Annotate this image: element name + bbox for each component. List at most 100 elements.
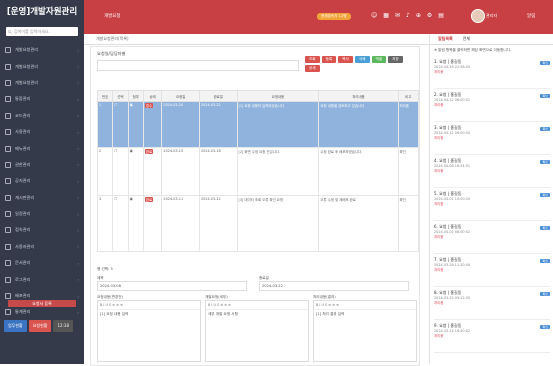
sidebar-item[interactable]: 개발요청관리 › bbox=[0, 58, 84, 74]
attachment-icon[interactable]: ▣ bbox=[127, 101, 144, 148]
attachment-icon[interactable]: ▣ bbox=[127, 147, 144, 196]
row-checkbox[interactable]: ☐ bbox=[112, 195, 129, 252]
work-status-button[interactable]: 업무현황 bbox=[4, 320, 27, 332]
sidebar-item[interactable]: 코드관리 › bbox=[0, 108, 84, 124]
confirm-button[interactable]: 확인 bbox=[540, 193, 550, 197]
online-users-badge[interactable]: 현재접속자 12명 bbox=[317, 13, 351, 20]
sidebar-item[interactable]: 게시판관리 › bbox=[0, 190, 84, 206]
attachment-icon[interactable]: ▣ bbox=[127, 195, 144, 252]
confirm-button[interactable]: 확인 bbox=[540, 259, 550, 263]
sidebar-item[interactable]: 사용관리 › bbox=[0, 124, 84, 140]
sidebar-item-label: 로그관리 bbox=[15, 276, 31, 282]
sidebar-item[interactable]: 접속관리 › bbox=[0, 222, 84, 238]
confirm-button[interactable]: 확인 bbox=[540, 160, 550, 164]
status-badge: 완료 bbox=[144, 149, 154, 154]
editor3[interactable]: B I U S ≡ ≡ ≡ [1] 처리 결과 입력 bbox=[313, 300, 417, 362]
sidebar-item[interactable]: 개발요청관리 › bbox=[0, 42, 84, 58]
confirm-button[interactable]: 확인 bbox=[540, 325, 550, 329]
cell-status: 완료 bbox=[142, 195, 163, 252]
end-date-field[interactable]: 2024-03-22 bbox=[259, 281, 409, 291]
sidebar-item-label: 사용자관리 bbox=[15, 243, 35, 249]
sidebar-item[interactable]: 공지관리 › bbox=[0, 173, 84, 189]
filter-input[interactable] bbox=[97, 60, 299, 71]
notification-item[interactable]: 4. 요청 | 홍길동 2024-04-08 18:54:51 처리중 확인 bbox=[434, 155, 550, 188]
tab-bar: 개발요청관리(목록) bbox=[84, 34, 429, 45]
editor1-toolbar[interactable]: B I U S ≡ ≡ ≡ bbox=[98, 301, 200, 310]
action-button[interactable]: 등록 bbox=[321, 56, 337, 63]
notification-item[interactable]: 3. 요청 | 홍길동 2024-04-12 08:00:50 처리중 확인 bbox=[434, 122, 550, 155]
column-header[interactable]: 번호 bbox=[96, 90, 114, 102]
bell-icon[interactable]: ♪ bbox=[406, 12, 410, 19]
confirm-button[interactable]: 확인 bbox=[540, 61, 550, 65]
mail-icon[interactable]: ✉ bbox=[395, 12, 400, 19]
editor2[interactable]: B I U S ≡ ≡ ≡ 세부 개발 요청 사항 bbox=[205, 300, 309, 362]
action-button[interactable]: 삭제 bbox=[354, 56, 370, 63]
notification-item[interactable]: 7. 요청 | 홍길동 2024-03-28 11:20:44 처리중 확인 bbox=[434, 254, 550, 287]
chevron-right-icon: › bbox=[77, 146, 79, 152]
settings-icon[interactable]: ⚙ bbox=[427, 12, 432, 19]
notification-status: 처리중 bbox=[434, 268, 444, 272]
row-checkbox[interactable]: ☐ bbox=[112, 101, 129, 148]
tab-notifications[interactable]: 알림목록 bbox=[438, 36, 453, 42]
confirm-button[interactable]: 확인 bbox=[540, 292, 550, 296]
search-input[interactable]: 검색어를 입력하세요. bbox=[6, 27, 78, 36]
column-header[interactable]: 요청내용 bbox=[236, 90, 320, 102]
menu-icon bbox=[5, 79, 11, 86]
sidebar-item[interactable]: 메뉴관리 › bbox=[0, 140, 84, 156]
sidebar-item[interactable]: 개발요청관리 › bbox=[0, 75, 84, 91]
column-header[interactable]: 비고 bbox=[397, 90, 420, 102]
column-header[interactable]: 요청일 bbox=[161, 90, 200, 102]
table-row[interactable]: 1 ☐ ▣ 접수 2024-03-20 2024-03-22 [1] 요청 내용이 입력되었… bbox=[96, 101, 420, 148]
table-row[interactable]: 3 ☐ ▣ 완료 2024-03-11 2024-03-12 [3] 데이터 조회 오류 확… bbox=[96, 195, 420, 252]
user-icon[interactable]: ☺ bbox=[371, 12, 377, 19]
column-header[interactable]: 첨부 bbox=[127, 90, 144, 102]
user-name[interactable]: 관리자 bbox=[486, 13, 497, 19]
confirm-button[interactable]: 확인 bbox=[540, 94, 550, 98]
register-request-button[interactable]: 요청서 등록 bbox=[8, 300, 76, 307]
notification-item[interactable]: 6. 요청 | 홍길동 2024-04-01 08:00:02 처리중 확인 bbox=[434, 221, 550, 254]
table-row[interactable]: 2 ☐ ▣ 완료 2024-03-15 2024-03-18 [2] 화면 수정 요청 건입… bbox=[96, 147, 420, 196]
title-field[interactable]: 2024-03-08 bbox=[97, 281, 247, 291]
sidebar-item[interactable]: 로그관리 › bbox=[0, 271, 84, 287]
sidebar-nav: 개발요청관리 › 개발요청관리 › 개발요청관리 › 통합관리 › 코드관리 › 사용관리 › 메뉴관리… bbox=[0, 42, 84, 321]
grid-icon[interactable]: ▤ bbox=[438, 12, 444, 19]
notification-item[interactable]: 2. 요청 | 홍길동 2024-04-12 08:00:51 처리중 확인 bbox=[434, 89, 550, 122]
chevron-right-icon: › bbox=[77, 129, 79, 135]
editor2-toolbar[interactable]: B I U S ≡ ≡ ≡ bbox=[206, 301, 308, 310]
sidebar-item[interactable]: 일정관리 › bbox=[0, 206, 84, 222]
notification-item[interactable]: 1. 요청 | 홍길동 2024-04-16 22:58:04 처리중 확인 bbox=[434, 56, 550, 89]
action-button[interactable]: 상세 bbox=[305, 65, 320, 72]
sidebar: [운영]개발자원관리 검색어를 입력하세요. 개발요청관리 › 개발요청관리 › 개발요… bbox=[0, 0, 84, 364]
sidebar-item[interactable]: 문서관리 › bbox=[0, 255, 84, 271]
sidebar-item[interactable]: 사용자관리 › bbox=[0, 239, 84, 255]
sidebar-item[interactable]: 통합관리 › bbox=[0, 91, 84, 107]
sidebar-item[interactable]: 권한관리 › bbox=[0, 157, 84, 173]
action-button[interactable]: 조회 bbox=[305, 56, 320, 63]
confirm-button[interactable]: 확인 bbox=[540, 226, 550, 230]
chevron-right-icon: › bbox=[77, 162, 79, 168]
sidebar-item-label: 게시판관리 bbox=[15, 194, 35, 200]
request-status-button[interactable]: 요청현황 bbox=[28, 320, 52, 332]
lock-icon[interactable]: ⊕ bbox=[416, 12, 421, 19]
notification-item[interactable]: 9. 요청 | 홍길동 2024-03-22 16:40:02 처리중 확인 bbox=[434, 320, 550, 353]
column-header[interactable]: 처리내용 bbox=[318, 90, 399, 102]
action-button[interactable]: 복사 bbox=[338, 56, 353, 63]
action-button[interactable]: 엑셀 bbox=[371, 56, 387, 63]
tab-all[interactable]: 전체 bbox=[463, 36, 470, 42]
chevron-right-icon: › bbox=[77, 260, 79, 266]
cell-request: [3] 데이터 조회 오류 확인 요청 bbox=[236, 195, 320, 252]
tab-request-list[interactable]: 개발요청관리(목록) bbox=[96, 36, 129, 42]
row-checkbox[interactable]: ☐ bbox=[112, 147, 129, 196]
notification-item[interactable]: 8. 요청 | 홍길동 2024-03-25 09:12:30 처리중 확인 bbox=[434, 287, 550, 320]
editor3-toolbar[interactable]: B I U S ≡ ≡ ≡ bbox=[314, 301, 416, 310]
column-header[interactable]: 상태 bbox=[142, 90, 163, 102]
column-header[interactable]: 선택 bbox=[112, 90, 129, 102]
avatar[interactable] bbox=[471, 9, 485, 23]
main-content: 개발요청관리(목록) 요청일/담당자별 조회 등록 복사 삭제 엑셀 저장 상세 번호 선택 첨… bbox=[84, 34, 429, 366]
confirm-button[interactable]: 확인 bbox=[540, 127, 550, 131]
action-button[interactable]: 저장 bbox=[388, 56, 403, 63]
calendar-icon[interactable]: ▦ bbox=[383, 12, 389, 19]
column-header[interactable]: 완료일 bbox=[198, 90, 238, 102]
editor1[interactable]: B I U S ≡ ≡ ≡ [1] 요청 내용 입력 bbox=[97, 300, 201, 362]
notification-item[interactable]: 5. 요청 | 홍길동 2024-04-01 10:00:20 처리중 확인 bbox=[434, 188, 550, 221]
